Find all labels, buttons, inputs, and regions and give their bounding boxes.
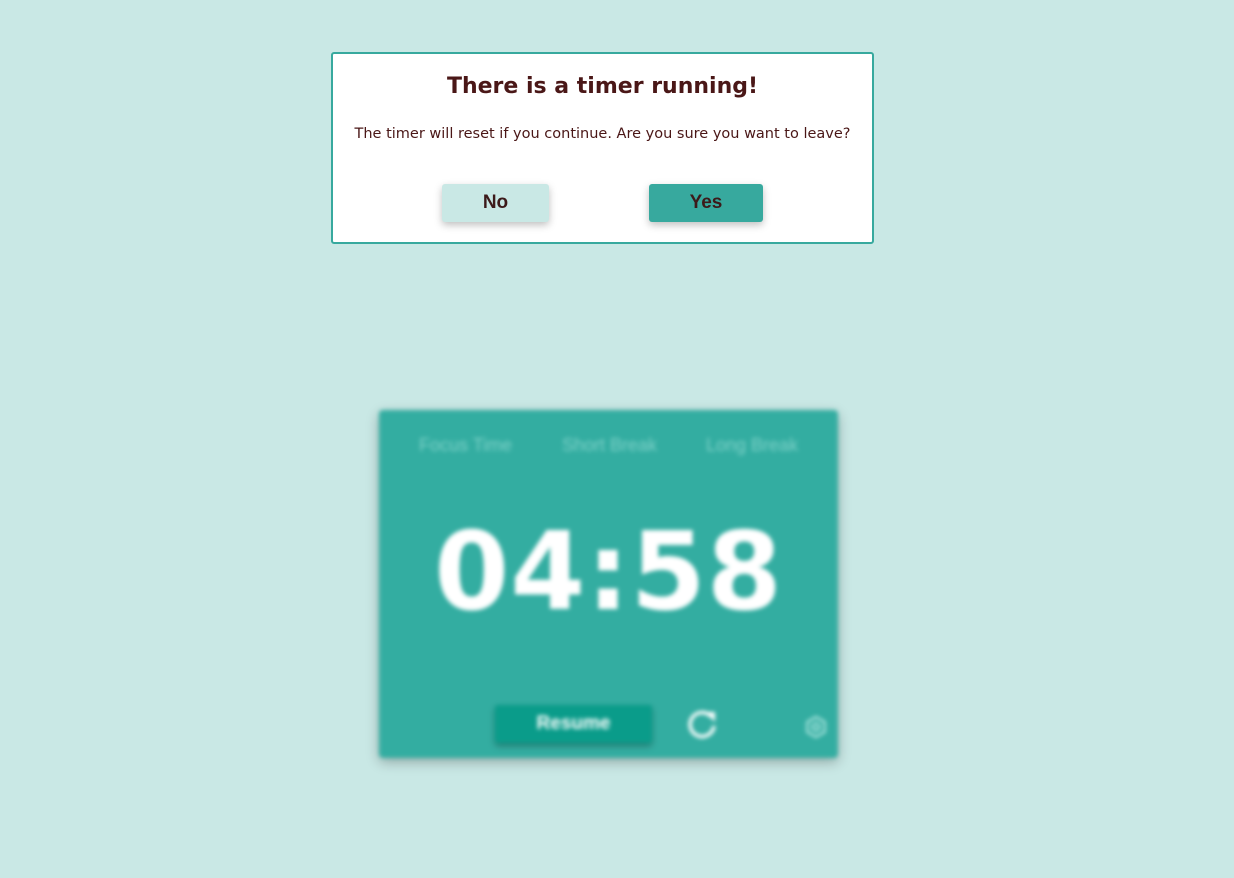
- resume-button[interactable]: Resume: [495, 705, 652, 743]
- settings-icon[interactable]: [805, 716, 827, 738]
- tab-focus-time[interactable]: Focus Time: [419, 435, 512, 456]
- no-button[interactable]: No: [442, 184, 549, 222]
- dialog-title: There is a timer running!: [446, 74, 759, 99]
- reset-icon[interactable]: [684, 707, 720, 743]
- yes-button[interactable]: Yes: [649, 184, 763, 222]
- tab-short-break[interactable]: Short Break: [562, 435, 657, 456]
- confirm-leave-dialog: There is a timer running! The timer will…: [331, 52, 874, 244]
- tab-long-break[interactable]: Long Break: [706, 435, 798, 456]
- timer-card: Focus Time Short Break Long Break 04:58 …: [379, 410, 838, 758]
- dialog-message: The timer will reset if you continue. Ar…: [354, 126, 851, 142]
- timer-display: 04:58: [434, 510, 783, 635]
